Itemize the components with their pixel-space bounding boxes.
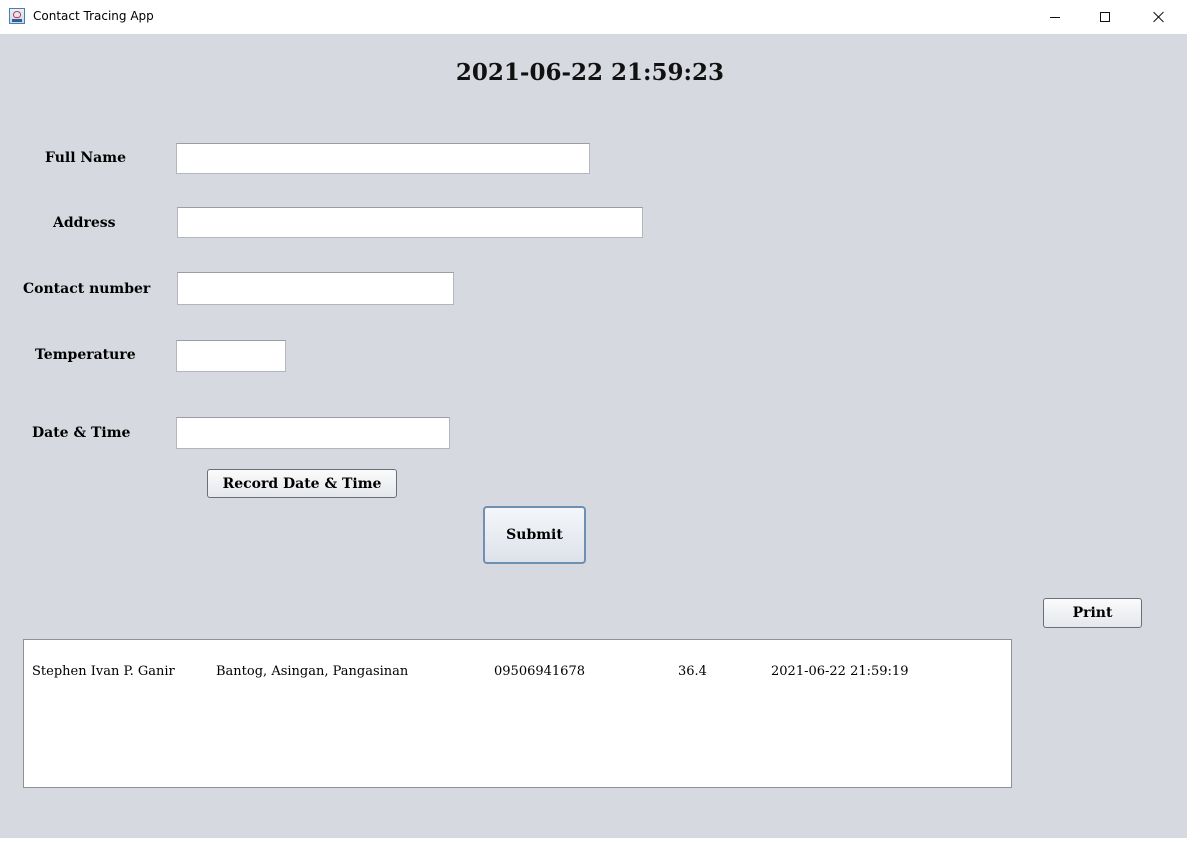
main-panel: 2021-06-22 21:59:23 Full Name Address Co… — [0, 34, 1187, 838]
submit-button[interactable]: Submit — [483, 506, 586, 564]
record-temperature: 36.4 — [678, 664, 707, 679]
date-time-label: Date & Time — [32, 425, 131, 441]
date-time-input[interactable] — [176, 417, 450, 449]
maximize-button[interactable] — [1082, 0, 1128, 34]
app-window: Contact Tracing App 2021-06-22 21:59:23 … — [0, 0, 1187, 842]
temperature-input[interactable] — [176, 340, 286, 372]
contact-number-label: Contact number — [23, 281, 151, 297]
full-name-input[interactable] — [176, 143, 590, 174]
address-label: Address — [53, 215, 116, 231]
minimize-button[interactable] — [1032, 0, 1078, 34]
address-input[interactable] — [177, 207, 643, 238]
record-contact: 09506941678 — [494, 664, 585, 679]
close-button[interactable] — [1136, 0, 1182, 34]
record-datetime: 2021-06-22 21:59:19 — [771, 664, 909, 679]
record-row[interactable]: Stephen Ivan P. Ganir Bantog, Asingan, P… — [24, 664, 1011, 682]
record-address: Bantog, Asingan, Pangasinan — [216, 664, 409, 679]
maximize-icon — [1100, 12, 1110, 22]
records-list[interactable]: Stephen Ivan P. Ganir Bantog, Asingan, P… — [23, 639, 1012, 788]
minimize-icon — [1050, 16, 1060, 18]
temperature-label: Temperature — [35, 347, 136, 363]
current-datetime-clock: 2021-06-22 21:59:23 — [455, 59, 725, 86]
contact-number-input[interactable] — [177, 272, 454, 305]
java-app-icon — [9, 8, 25, 24]
window-bottom-edge — [0, 838, 1187, 842]
title-bar[interactable]: Contact Tracing App — [0, 0, 1187, 34]
close-icon — [1153, 11, 1165, 23]
record-name: Stephen Ivan P. Ganir — [32, 664, 175, 679]
record-date-time-button[interactable]: Record Date & Time — [207, 469, 397, 498]
print-button[interactable]: Print — [1043, 598, 1142, 628]
window-title: Contact Tracing App — [33, 9, 154, 23]
full-name-label: Full Name — [45, 150, 126, 166]
